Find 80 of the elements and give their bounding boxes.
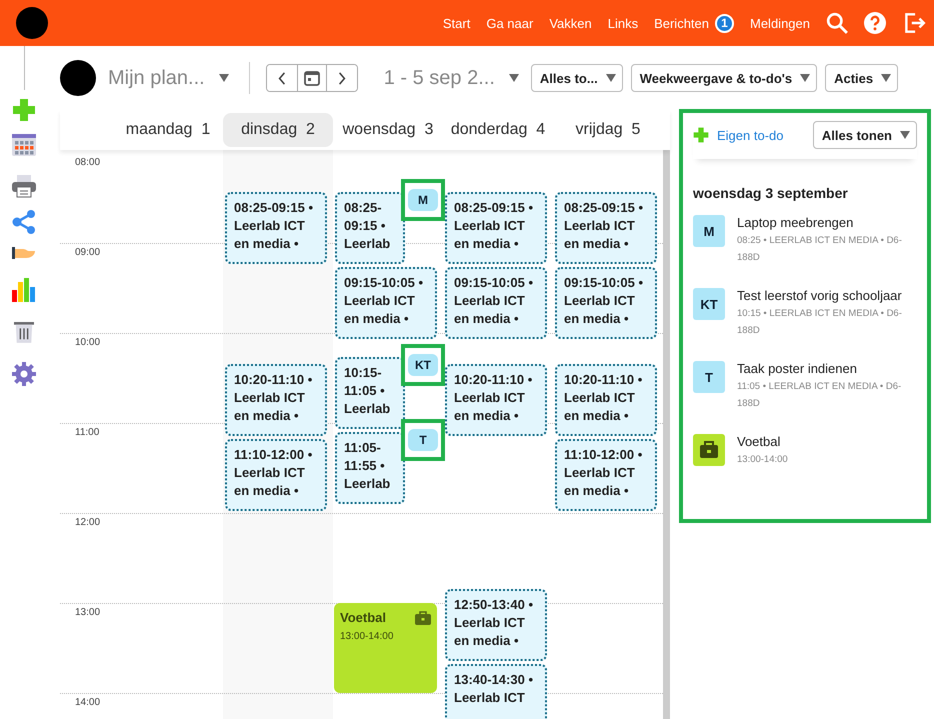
todo-badge: T [693,361,725,393]
todo-title[interactable]: Test leerstof vorig schooljaar [737,288,917,303]
caret-icon [900,131,910,139]
hour-label: 08:00 [75,157,100,168]
lesson-event[interactable]: 08:25-09:15 • Leerlab ICT en media • [555,192,657,264]
filter-dropdown[interactable]: Weekweergave & to-do's [630,64,818,92]
lesson-event[interactable]: 11:05-11:55 • Leerlab [335,432,405,504]
lesson-event[interactable]: 08:25-09:15 • Leerlab ICT en media • [445,192,547,264]
date-range-dropdown[interactable]: 1 - 5 sep 2... [380,66,523,90]
todo-details: 13:00-14:00 [737,453,788,467]
todo-details: 10:15 • LEERLAB ICT EN MEDIA • D6-188D [737,307,903,338]
todo-details: 11:05 • LEERLAB ICT EN MEDIA • D6-188D [737,380,902,411]
hour-label: 11:00 [75,427,100,438]
todo-title[interactable]: Voetbal [737,434,788,449]
help-icon[interactable] [864,12,886,34]
day-tab[interactable]: woensdag 3 [333,113,443,147]
add-todo-link[interactable]: Eigen to-do [693,127,784,143]
chevron-left-icon [278,72,286,84]
todo-badge: M [693,215,725,247]
date-heading: woensdag 3 september [693,185,849,201]
scrollbar[interactable] [663,150,670,719]
search-icon[interactable] [826,12,848,34]
lesson-event[interactable]: 12:50-13:40 • Leerlab ICT en media • [445,589,547,661]
calendar-button[interactable] [296,65,327,91]
calendar-icon[interactable] [12,134,36,156]
notification-badge: 1 [715,14,734,32]
hour-label: 12:00 [75,517,100,528]
event-title: Voetbal [340,610,386,625]
lesson-event[interactable]: 08:25-09:15 • Leerlab [335,192,405,264]
todo-title[interactable]: Taak poster indienen [737,361,917,376]
caret-icon [800,74,810,82]
filter-dropdown[interactable]: Alles to... [530,64,623,92]
briefcase-icon [415,610,431,624]
share-icon[interactable] [12,210,36,234]
todo-details: 08:25 • LEERLAB ICT EN MEDIA • D6-188D [737,234,903,265]
trash-icon[interactable] [14,320,34,344]
hand-icon[interactable] [12,246,36,260]
day-tab[interactable]: dinsdag 2 [223,113,333,147]
caret-icon [606,74,616,82]
day-tab[interactable]: vrijdag 5 [553,113,663,147]
activity-event[interactable]: Voetbal 13:00-14:00 [334,603,437,693]
todo-badge[interactable]: T [408,428,438,450]
lesson-event[interactable]: 13:40-14:30 • Leerlab ICT [445,664,547,719]
bar-chart-icon[interactable] [12,278,36,302]
hour-label: 13:00 [75,607,100,618]
logo-circle[interactable] [16,7,48,39]
printer-icon[interactable] [12,174,36,198]
lesson-event[interactable]: 09:15-10:05 • Leerlab ICT en media • [555,266,657,338]
event-time: 13:00-14:00 [340,631,394,642]
plus-icon [693,127,709,143]
hour-label: 10:00 [75,337,100,348]
lesson-event[interactable]: 11:10-12:00 • Leerlab ICT en media • [555,439,657,511]
filter-dropdown[interactable]: Alles tonen [812,121,917,149]
caret-icon [881,74,892,82]
hour-label: 14:00 [75,697,100,708]
lesson-event[interactable]: 08:25-09:15 • Leerlab ICT en media • [225,192,327,264]
todo-title[interactable]: Laptop meebrengen [737,215,917,230]
filter-dropdown[interactable]: Acties [825,64,898,92]
calendar-icon [304,70,320,86]
logout-icon[interactable] [902,11,926,35]
lesson-event[interactable]: 11:10-12:00 • Leerlab ICT en media • [225,439,327,511]
lesson-event[interactable]: 09:15-10:05 • Leerlab ICT en media • [335,266,437,338]
day-tab[interactable]: donderdag 4 [443,113,553,147]
settings-icon[interactable] [12,362,36,386]
caret-icon [508,74,519,82]
avatar-circle [60,60,96,96]
todo-badge[interactable]: KT [408,354,438,376]
day-tab[interactable]: maandag 1 [113,113,223,147]
caret-icon [218,74,229,82]
lesson-event[interactable]: 09:15-10:05 • Leerlab ICT en media • [445,266,547,338]
lesson-event[interactable]: 10:15-11:05 • Leerlab [335,356,405,428]
planner-dropdown[interactable]: Mijn plan... [104,66,233,90]
lesson-event[interactable]: 10:20-11:10 • Leerlab ICT en media • [445,364,547,436]
lesson-event[interactable]: 10:20-11:10 • Leerlab ICT en media • [225,364,327,436]
todo-badge: KT [693,288,725,320]
briefcase-icon [693,434,725,466]
hour-label: 09:00 [75,247,100,258]
todo-badge[interactable]: M [408,188,438,210]
chevron-right-icon [338,72,346,84]
lesson-event[interactable]: 10:20-11:10 • Leerlab ICT en media • [555,364,657,436]
